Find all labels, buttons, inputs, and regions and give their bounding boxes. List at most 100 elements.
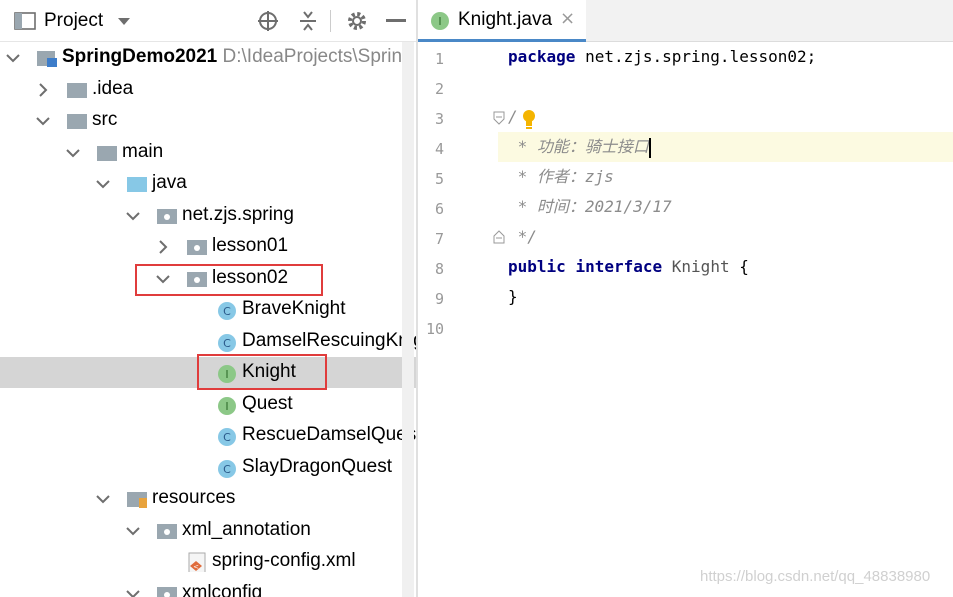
tree-item-java[interactable]: java xyxy=(0,168,416,199)
keyword: interface xyxy=(575,257,663,276)
comment-text: * 功能：骑士接口 xyxy=(508,137,649,156)
project-view-title[interactable]: Project xyxy=(44,10,103,32)
folder-icon xyxy=(67,83,87,98)
interface-icon: I xyxy=(218,397,236,415)
tree-item-spring-config-xml[interactable]: < spring-config.xml xyxy=(0,546,416,577)
lightbulb-icon[interactable] xyxy=(520,108,538,130)
tree-item-quest[interactable]: I Quest xyxy=(0,389,416,420)
tree-item-main[interactable]: main xyxy=(0,137,416,168)
project-view-icon xyxy=(14,12,36,30)
tree-item-label: lesson01 xyxy=(212,235,289,256)
tree-item-label: RescueDamselQuest xyxy=(242,424,416,445)
project-tree: SpringDemo2021 D:\IdeaProjects\Spring .i… xyxy=(0,42,416,597)
keyword: package xyxy=(508,47,576,66)
tree-item-label: .idea xyxy=(92,78,134,99)
tree-item-label: xml_annotation xyxy=(182,519,311,540)
package-icon xyxy=(187,240,207,255)
code-line-4: * 功能：骑士接口 xyxy=(508,132,651,162)
gear-icon[interactable] xyxy=(346,10,368,32)
close-icon[interactable]: × xyxy=(560,8,575,29)
highlight-box-knight xyxy=(197,354,327,390)
line-number-gutter: 1 2 3 4 5 6 7 8 9 10 xyxy=(418,42,505,597)
minimize-icon[interactable] xyxy=(386,19,406,23)
chevron-right-icon[interactable] xyxy=(36,83,50,97)
chevron-down-icon[interactable] xyxy=(6,51,20,65)
code-editor: I Knight.java × 1 2 3 4 5 6 7 8 9 10 pac… xyxy=(418,0,953,597)
source-folder-icon xyxy=(127,177,147,192)
header-separator xyxy=(330,10,331,32)
module-folder-icon xyxy=(37,51,57,67)
chevron-down-icon[interactable] xyxy=(66,146,80,160)
svg-text:I: I xyxy=(438,15,441,28)
class-icon: C xyxy=(218,302,236,320)
chevron-right-icon[interactable] xyxy=(156,240,170,254)
vertical-scrollbar[interactable] xyxy=(402,42,414,597)
chevron-down-icon[interactable] xyxy=(126,587,140,597)
svg-text:<: < xyxy=(193,563,199,571)
line-number: 1 xyxy=(434,50,444,68)
comment-text: * 时间：2021/3/17 xyxy=(508,197,672,216)
svg-text:C: C xyxy=(223,305,231,318)
line-number: 9 xyxy=(434,290,444,308)
editor-tab-bar: I Knight.java × xyxy=(418,0,953,42)
tree-item-label: resources xyxy=(152,487,236,508)
code-text: { xyxy=(739,257,749,276)
svg-text:C: C xyxy=(223,463,231,476)
locate-target-icon[interactable] xyxy=(257,10,279,32)
svg-text:I: I xyxy=(225,400,228,413)
line-number: 6 xyxy=(434,200,444,218)
tree-item-label: BraveKnight xyxy=(242,298,346,319)
project-tool-window: Project SpringDemo2021 D:\IdeaProjects\S… xyxy=(0,0,416,597)
tree-item-damselrescuingknight[interactable]: C DamselRescuingKnig xyxy=(0,326,416,357)
tree-item-resources[interactable]: resources xyxy=(0,483,416,514)
tree-item-slaydragonquest[interactable]: C SlayDragonQuest xyxy=(0,452,416,483)
tab-knight-java[interactable]: I Knight.java × xyxy=(418,0,586,42)
tree-item-idea[interactable]: .idea xyxy=(0,74,416,105)
tab-label: Knight.java xyxy=(458,9,553,30)
tree-item-braveknight[interactable]: C BraveKnight xyxy=(0,294,416,325)
line-number: 5 xyxy=(434,170,444,188)
comment-text: */ xyxy=(508,227,537,246)
interface-icon: I xyxy=(431,12,449,30)
tree-item-label: net.zjs.spring xyxy=(182,204,294,225)
xml-file-icon: < xyxy=(188,552,206,572)
tree-item-src[interactable]: src xyxy=(0,105,416,136)
fold-marker-icon[interactable] xyxy=(493,111,505,125)
tree-item-label: xmlconfig xyxy=(182,582,263,597)
line-number: 7 xyxy=(434,230,444,248)
line-number: 4 xyxy=(434,140,444,158)
code-area[interactable]: package net.zjs.spring.lesson02; / * 功能：… xyxy=(508,42,953,597)
package-icon xyxy=(157,587,177,597)
folder-icon xyxy=(97,146,117,161)
line-number: 8 xyxy=(434,260,444,278)
tree-item-label: spring-config.xml xyxy=(212,550,356,571)
tree-item-label: java xyxy=(152,172,187,193)
chevron-down-icon[interactable] xyxy=(126,209,140,223)
tree-item-label: src xyxy=(92,109,118,130)
keyword: public xyxy=(508,257,566,276)
package-icon xyxy=(157,209,177,224)
chevron-down-icon[interactable] xyxy=(96,177,110,191)
collapse-all-icon[interactable] xyxy=(298,10,318,32)
tree-item-rescuedamselquest[interactable]: C RescueDamselQuest xyxy=(0,420,416,451)
tree-item-lesson01[interactable]: lesson01 xyxy=(0,231,416,262)
code-line-8: public interface Knight { xyxy=(508,252,749,282)
chevron-down-icon[interactable] xyxy=(36,114,50,128)
resources-folder-icon xyxy=(127,492,147,508)
tree-item-xmlconfig[interactable]: xmlconfig xyxy=(0,578,416,597)
tree-item-springdemo2021[interactable]: SpringDemo2021 D:\IdeaProjects\Spring xyxy=(0,42,416,73)
chevron-down-icon[interactable] xyxy=(96,492,110,506)
fold-marker-icon[interactable] xyxy=(493,230,505,244)
chevron-down-icon[interactable] xyxy=(126,524,140,538)
line-number: 10 xyxy=(425,320,444,338)
line-number: 3 xyxy=(434,110,444,128)
tree-item-net-zjs-spring[interactable]: net.zjs.spring xyxy=(0,200,416,231)
code-line-6: * 时间：2021/3/17 xyxy=(508,192,672,222)
tree-item-xml-annotation[interactable]: xml_annotation xyxy=(0,515,416,546)
chevron-down-icon[interactable] xyxy=(117,17,131,27)
comment-text: * 作者：zjs xyxy=(508,167,614,186)
code-line-7: */ xyxy=(508,222,537,252)
code-line-1: package net.zjs.spring.lesson02; xyxy=(508,42,816,72)
text-caret xyxy=(648,137,651,158)
code-line-5: * 作者：zjs xyxy=(508,162,614,192)
